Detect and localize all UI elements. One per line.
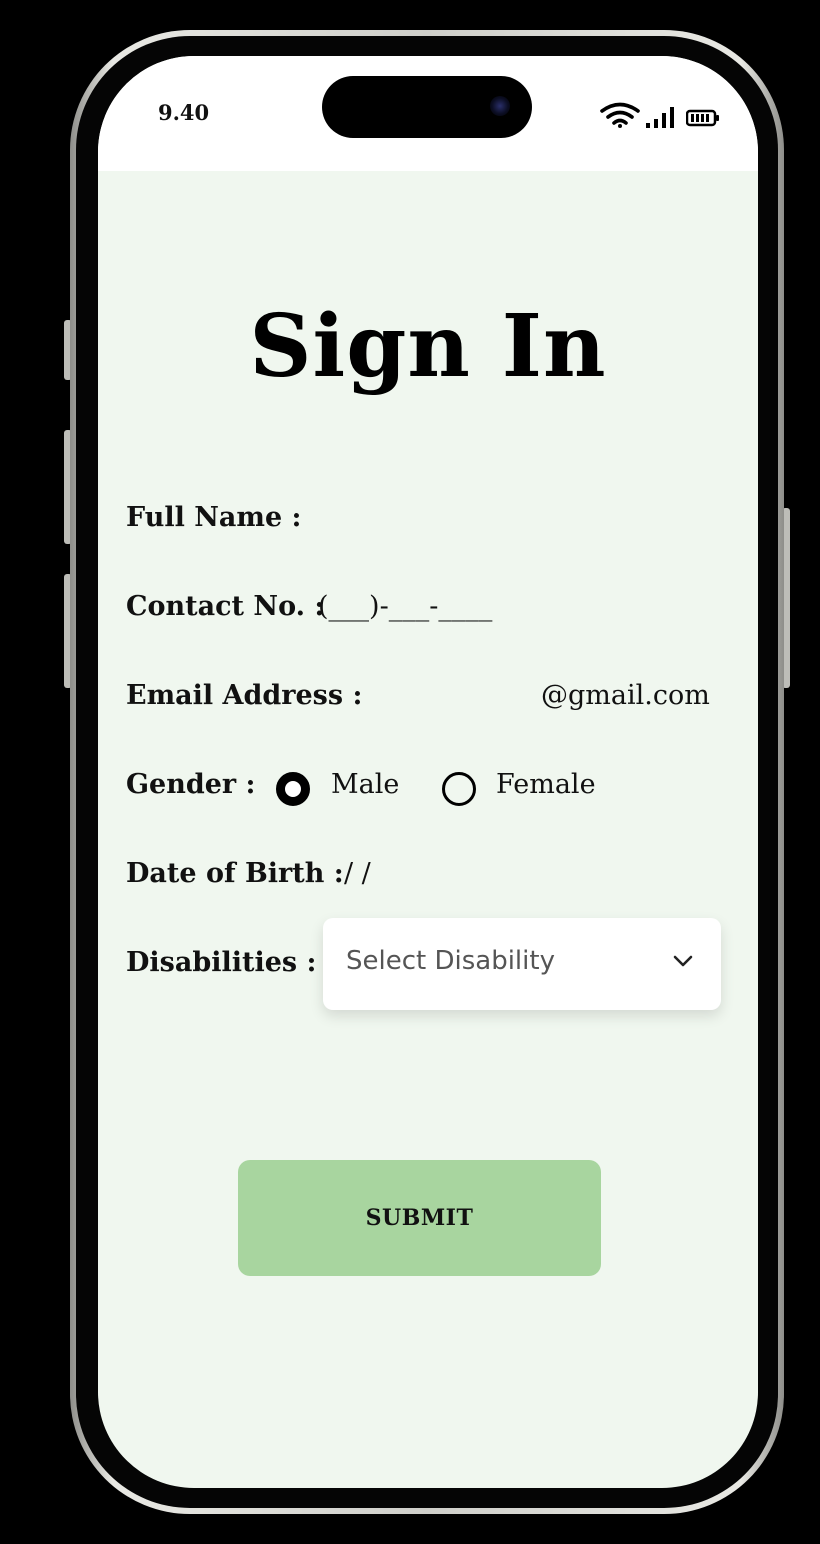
status-icons	[600, 102, 720, 128]
battery-icon	[686, 109, 719, 127]
dynamic-island	[322, 76, 532, 138]
contact-label: Contact No. :	[126, 591, 325, 622]
email-label: Email Address :	[126, 680, 363, 711]
contact-input[interactable]: (___)-___-____	[318, 591, 492, 622]
full-name-label: Full Name :	[126, 502, 302, 533]
email-domain-suffix: @gmail.com	[541, 680, 710, 711]
radio-female-label[interactable]: Female	[496, 769, 596, 800]
submit-button[interactable]: SUBMIT	[238, 1160, 601, 1276]
disability-select-placeholder: Select Disability	[346, 946, 555, 976]
radio-male[interactable]	[276, 772, 310, 806]
dob-label: Date of Birth :	[126, 858, 344, 889]
radio-male-label[interactable]: Male	[331, 769, 399, 800]
disabilities-label: Disabilities :	[126, 947, 317, 978]
page-title: Sign In	[249, 296, 607, 397]
signal-icon	[646, 107, 674, 128]
status-time: 9.40	[158, 100, 210, 125]
full-name-input[interactable]	[298, 496, 718, 542]
disability-select[interactable]: Select Disability	[323, 918, 721, 1010]
front-camera-icon	[490, 96, 510, 116]
email-input[interactable]	[360, 674, 530, 720]
radio-female[interactable]	[442, 772, 476, 806]
phone-screen: 9.40 Sign In Full Name: Contact No.: (…	[98, 56, 758, 1488]
gender-label: Gender :	[126, 769, 256, 800]
status-bar: 9.40	[98, 56, 758, 171]
chevron-down-icon	[673, 955, 693, 967]
wifi-icon	[600, 102, 640, 128]
dob-input[interactable]: / /	[344, 858, 371, 889]
